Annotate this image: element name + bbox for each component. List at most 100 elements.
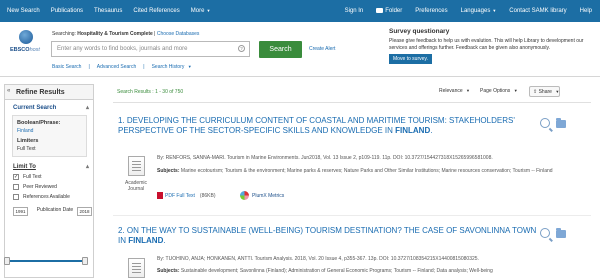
folder-icon — [376, 8, 384, 13]
full-text-checkbox[interactable]: ✓ Full Text — [13, 174, 93, 180]
limiters-value: Full Text — [17, 146, 36, 152]
result-title-end: . — [430, 126, 433, 135]
subjects-list: Sustainable development; Savonlinna (Fin… — [180, 268, 493, 274]
add-to-folder-icon[interactable] — [556, 118, 566, 128]
ebsco-logo[interactable]: EBSCOhost — [10, 30, 42, 62]
limiters-label: Limiters — [17, 138, 39, 144]
result-title-text: DEVELOPING THE CURRICULUM CONTENT OF COA… — [118, 116, 515, 135]
slider-handle-end[interactable] — [82, 257, 88, 265]
result-2-subjects: Subjects: Sustainable development; Savon… — [157, 268, 577, 275]
publication-date-filter: 1991 Publication Date 2018 — [11, 207, 93, 229]
chevron-up-icon[interactable]: ▴ — [86, 163, 89, 170]
pub-date-slider[interactable] — [4, 257, 88, 265]
academic-journal-icon — [128, 156, 145, 176]
checkbox-icon[interactable] — [13, 184, 19, 190]
result-type-label: Academic Journal — [125, 180, 147, 192]
survey-title: Survey questionary — [389, 28, 450, 35]
academic-journal-icon — [128, 258, 145, 278]
peer-reviewed-checkbox[interactable]: Peer Reviewed — [13, 184, 93, 190]
relevance-sort[interactable]: Relevance ▼ — [439, 88, 470, 94]
result-2-title[interactable]: 2. ON THE WAY TO SUSTAINABLE (WELL-BEING… — [118, 226, 538, 246]
search-input[interactable]: Enter any words to find books, journals … — [51, 41, 250, 57]
ebsco-globe-icon — [19, 30, 33, 44]
result-1-subjects: Subjects: Marine ecotourism; Tourism & t… — [157, 168, 577, 175]
help-icon[interactable]: ? — [238, 45, 245, 52]
nav-folder[interactable]: Folder — [376, 8, 402, 14]
survey-box: Survey questionary Please give feedback … — [389, 28, 594, 64]
nav-publications[interactable]: Publications — [51, 8, 83, 14]
chevron-down-icon: ▼ — [513, 88, 518, 93]
peer-reviewed-label: Peer Reviewed — [23, 184, 57, 190]
preview-magnifier-icon[interactable] — [540, 118, 550, 128]
nav-more[interactable]: More ▼ — [191, 8, 211, 14]
divider: | — [143, 64, 145, 70]
plumx-metrics-link[interactable]: PlumX Metrics — [240, 191, 284, 200]
basic-search-link[interactable]: Basic Search — [52, 64, 81, 70]
move-to-survey-button[interactable]: Move to survey. — [389, 54, 432, 64]
nav-help[interactable]: Help — [580, 8, 592, 14]
searching-line: Searching: Hospitality & Tourism Complet… — [52, 31, 199, 37]
boolean-label: Boolean/Phrase: — [17, 120, 61, 126]
current-search-title[interactable]: Current Search ▴ — [5, 100, 93, 111]
share-label: Share — [538, 89, 552, 95]
page-options[interactable]: Page Options ▼ — [480, 88, 518, 94]
limit-to-title[interactable]: Limit To ▴ — [5, 157, 93, 170]
plumx-icon — [240, 191, 249, 200]
top-nav-left: New Search Publications Thesaurus Cited … — [0, 8, 210, 14]
result-title-end: . — [163, 236, 166, 245]
choose-databases-link[interactable]: Choose Databases — [157, 31, 200, 37]
add-to-folder-icon[interactable] — [556, 228, 566, 238]
share-button[interactable]: ⇪ Share ▼ — [529, 86, 560, 97]
refine-results-header[interactable]: « Refine Results — [5, 85, 93, 100]
nav-preferences[interactable]: Preferences — [415, 8, 447, 14]
search-button[interactable]: Search — [259, 41, 302, 58]
logo-suffix: host — [29, 47, 40, 53]
references-available-checkbox[interactable]: References Available — [13, 194, 93, 200]
result-title-text: ON THE WAY TO SUSTAINABLE (WELL-BEING) T… — [118, 226, 537, 245]
nav-languages[interactable]: Languages ▼ — [461, 8, 497, 14]
nav-new-search[interactable]: New Search — [7, 8, 40, 14]
subjects-label: Subjects: — [157, 268, 180, 274]
nav-folder-label: Folder — [385, 8, 403, 14]
relevance-label: Relevance — [439, 88, 463, 94]
page-options-label: Page Options — [480, 88, 511, 94]
checkbox-icon[interactable] — [13, 194, 19, 200]
limit-to-label: Limit To — [13, 164, 36, 170]
pub-date-to-input[interactable]: 2018 — [77, 207, 92, 216]
boolean-value-link[interactable]: Finland — [17, 128, 82, 134]
pdf-full-text-link[interactable]: PDF Full Text (86KB) — [157, 192, 215, 199]
nav-contact-library[interactable]: Contact SAMK library — [509, 8, 566, 14]
collapse-left-icon[interactable]: « — [7, 88, 10, 94]
current-search-label: Current Search — [13, 105, 57, 111]
pub-date-label: Publication Date — [36, 207, 74, 213]
survey-body: Please give feedback to help us with eva… — [389, 38, 584, 51]
result-1-title[interactable]: 1. DEVELOPING THE CURRICULUM CONTENT OF … — [118, 116, 538, 136]
logo-text: EBSCOhost — [10, 47, 40, 53]
plumx-label: PlumX Metrics — [252, 192, 285, 199]
checkbox-checked-icon[interactable]: ✓ — [13, 174, 19, 180]
nav-more-label: More — [190, 8, 205, 14]
result-divider — [113, 215, 591, 216]
refine-results-title: Refine Results — [16, 89, 65, 96]
search-history-link[interactable]: Search History ▼ — [152, 64, 192, 70]
pub-date-from-input[interactable]: 1991 — [13, 207, 28, 216]
search-history-label: Search History — [151, 64, 185, 70]
divider: | — [88, 64, 90, 70]
result-title-highlight: FINLAND — [395, 126, 431, 135]
nav-languages-label: Languages — [460, 8, 491, 14]
result-number: 2. — [118, 226, 125, 235]
slider-handle-start[interactable] — [4, 257, 10, 265]
nav-sign-in[interactable]: Sign In — [345, 8, 364, 14]
nav-cited-references[interactable]: Cited References — [133, 8, 179, 14]
create-alert-link[interactable]: Create Alert — [309, 46, 335, 52]
chevron-up-icon[interactable]: ▴ — [86, 104, 89, 111]
pdf-size: (86KB) — [199, 192, 216, 199]
nav-thesaurus[interactable]: Thesaurus — [94, 8, 122, 14]
subjects-list: Marine ecotourism; Tourism & the environ… — [180, 168, 553, 174]
current-search-panel: Boolean/Phrase: Finland Limiters Full Te… — [12, 115, 87, 157]
preview-magnifier-icon[interactable] — [540, 228, 550, 238]
chevron-down-icon: ▼ — [555, 89, 560, 94]
chevron-down-icon: ▼ — [206, 8, 211, 13]
chevron-down-icon: ▼ — [492, 8, 497, 13]
advanced-search-link[interactable]: Advanced Search — [97, 64, 136, 70]
